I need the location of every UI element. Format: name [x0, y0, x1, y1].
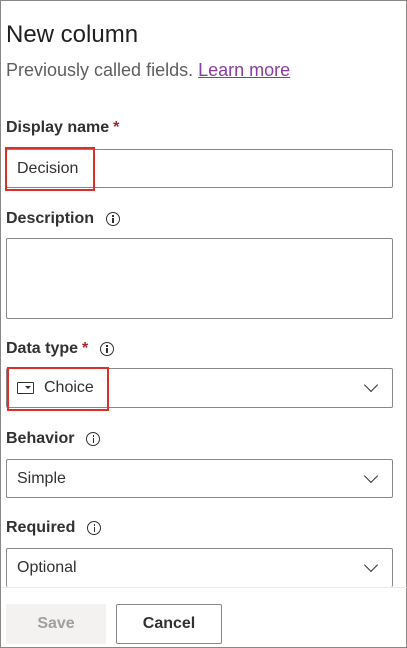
panel-title: New column: [6, 21, 139, 48]
data-type-dropdown[interactable]: Choice: [6, 368, 393, 408]
display-name-input[interactable]: [6, 149, 393, 188]
description-label: Description: [6, 210, 121, 228]
data-type-value: Choice: [44, 379, 94, 396]
required-star: *: [113, 119, 120, 136]
required-value: Optional: [17, 559, 77, 576]
required-label-text: Required: [6, 519, 76, 536]
display-name-label: Display name *: [6, 119, 119, 137]
required-label: Required: [6, 519, 102, 537]
description-label-text: Description: [6, 210, 95, 227]
chevron-down-icon: [363, 557, 379, 573]
required-dropdown[interactable]: Optional: [6, 548, 393, 587]
save-button[interactable]: Save: [6, 604, 106, 644]
display-name-label-text: Display name: [6, 119, 110, 136]
chevron-down-icon: [363, 377, 379, 393]
info-icon[interactable]: [106, 212, 121, 226]
data-type-label: Data type *: [6, 340, 115, 358]
behavior-label: Behavior: [6, 430, 101, 448]
description-textarea[interactable]: [6, 238, 393, 319]
chevron-down-icon: [363, 468, 379, 483]
behavior-label-text: Behavior: [6, 430, 75, 447]
data-type-label-text: Data type: [6, 340, 79, 357]
behavior-dropdown[interactable]: Simple: [6, 459, 393, 498]
new-column-panel: New column Previously called fields. Lea…: [0, 0, 407, 648]
subtitle-text: Previously called fields.: [6, 60, 194, 80]
footer-divider: [2, 587, 407, 588]
choice-icon: [17, 382, 34, 394]
info-icon[interactable]: [86, 432, 101, 446]
panel-subtitle: Previously called fields. Learn more: [6, 60, 290, 81]
learn-more-link[interactable]: Learn more: [198, 60, 290, 80]
info-icon[interactable]: [87, 521, 102, 535]
behavior-value: Simple: [17, 469, 66, 487]
info-icon[interactable]: [100, 342, 115, 356]
required-star: *: [82, 340, 89, 357]
cancel-button[interactable]: Cancel: [116, 604, 222, 644]
